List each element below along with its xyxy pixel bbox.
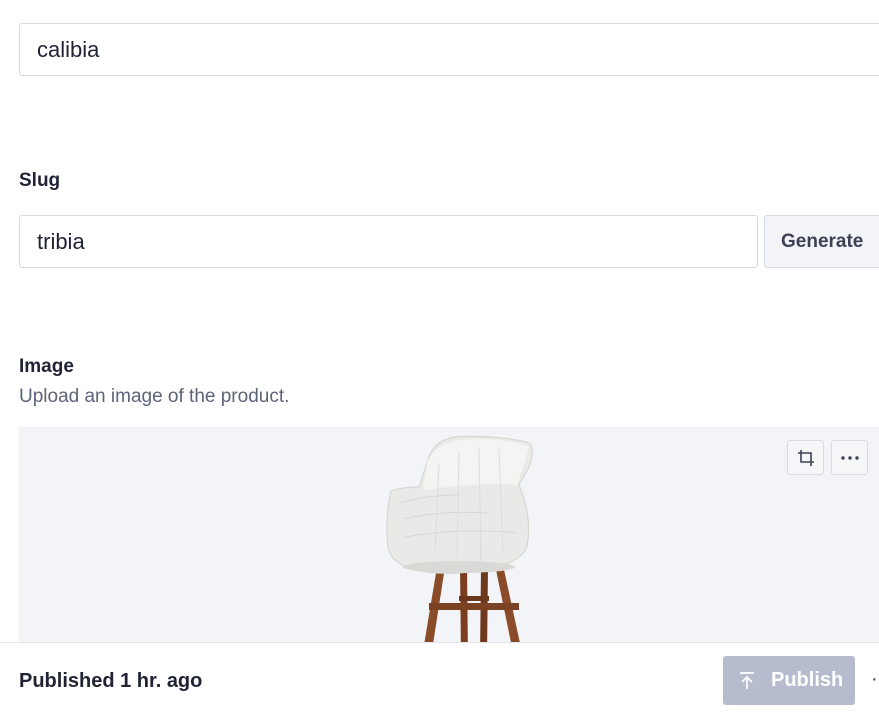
crop-icon <box>797 449 814 466</box>
arrow-up-to-line-icon <box>737 671 757 691</box>
more-actions-button[interactable]: · <box>871 668 878 691</box>
slug-input[interactable]: tribia <box>19 215 758 268</box>
document-footer: Published 1 hr. ago Publish · <box>0 642 879 713</box>
document-editor: calibia Slug tribia Generate Image Uploa… <box>0 0 879 713</box>
publish-button[interactable]: Publish <box>723 656 855 705</box>
crop-button[interactable] <box>787 440 824 475</box>
publish-status: Published 1 hr. ago <box>19 670 203 692</box>
image-preview[interactable] <box>19 427 879 657</box>
title-input[interactable]: calibia <box>19 23 879 76</box>
publish-label: Publish <box>771 669 844 691</box>
image-description: Upload an image of the product. <box>19 386 290 407</box>
image-label: Image <box>19 356 74 377</box>
image-options-button[interactable] <box>831 440 868 475</box>
product-image <box>386 435 533 657</box>
slug-label: Slug <box>19 170 61 191</box>
generate-slug-button[interactable]: Generate <box>764 215 879 268</box>
ellipsis-icon <box>840 455 859 460</box>
